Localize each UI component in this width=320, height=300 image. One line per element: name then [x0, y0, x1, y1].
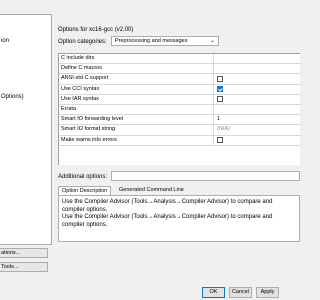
apply-button[interactable]: Apply — [256, 287, 279, 298]
option-name: Smart IO format string — [59, 125, 214, 135]
option-value-field: (N/A) — [214, 125, 301, 134]
option-categories-select[interactable]: Preprocessing and messages ⌄ — [111, 36, 219, 46]
option-row[interactable]: Smart IO forwarding level 1 — [59, 115, 301, 126]
option-row[interactable]: Errata — [59, 105, 301, 116]
categories-panel[interactable]: ion Options) — [0, 14, 52, 245]
option-value-cell — [214, 85, 301, 94]
description-tabs: Option Description Generated Command Lin… — [58, 186, 300, 242]
option-name: Smart IO forwarding level — [59, 115, 214, 125]
option-row[interactable]: Smart IO format string (N/A) — [59, 125, 301, 136]
option-value-field[interactable]: 1 — [214, 115, 301, 124]
category-item[interactable]: ion — [1, 38, 9, 44]
option-name: Errata — [59, 105, 214, 115]
option-value-field[interactable] — [214, 64, 301, 73]
option-description-text: Use the Compiler Advisor (Tools→Analysis… — [58, 195, 300, 242]
manage-configurations-button[interactable]: ations... — [0, 248, 48, 258]
option-row[interactable]: C include dirs — [59, 54, 301, 65]
option-name: Use IAR syntax — [59, 94, 214, 104]
iar-syntax-checkbox[interactable] — [217, 96, 223, 103]
option-name: ANSI-std C support — [59, 74, 214, 84]
option-row[interactable]: ANSI-std C support — [59, 74, 301, 85]
option-name: Use CCI syntax — [59, 84, 214, 94]
option-value-cell — [214, 74, 301, 83]
warns-into-errors-checkbox[interactable] — [217, 137, 223, 144]
option-name: Make warns into errors — [59, 135, 214, 145]
cci-syntax-checkbox[interactable] — [217, 86, 223, 93]
category-item[interactable]: Options) — [1, 94, 24, 100]
option-value-cell — [214, 95, 301, 104]
options-grid: C include dirs Define C macros ANSI-std … — [58, 53, 301, 165]
option-value-na: (N/A) — [217, 126, 230, 133]
option-name: Define C macros — [59, 64, 214, 74]
option-value-field[interactable] — [214, 105, 301, 114]
option-value-cell — [214, 136, 301, 145]
option-row[interactable]: Define C macros — [59, 64, 301, 75]
cancel-button[interactable]: Cancel — [229, 287, 252, 298]
option-row[interactable]: Use IAR syntax — [59, 94, 301, 105]
option-name: C include dirs — [59, 54, 214, 64]
option-categories-label: Option categories: — [58, 39, 107, 45]
option-row[interactable]: Use CCI syntax — [59, 84, 301, 95]
page-title: Options for xc16-gcc (v2.00) — [58, 27, 134, 33]
ok-button[interactable]: OK — [202, 287, 225, 298]
additional-options-input[interactable] — [111, 171, 300, 181]
chevron-down-icon: ⌄ — [209, 38, 215, 44]
option-value-field[interactable] — [214, 54, 301, 63]
option-row[interactable]: Make warns into errors — [59, 135, 301, 146]
additional-options-label: Additional options: — [58, 174, 108, 180]
option-categories-value: Preprocessing and messages — [115, 38, 188, 44]
tools-button[interactable]: Tools... — [0, 262, 48, 272]
ansi-std-checkbox[interactable] — [217, 75, 223, 82]
